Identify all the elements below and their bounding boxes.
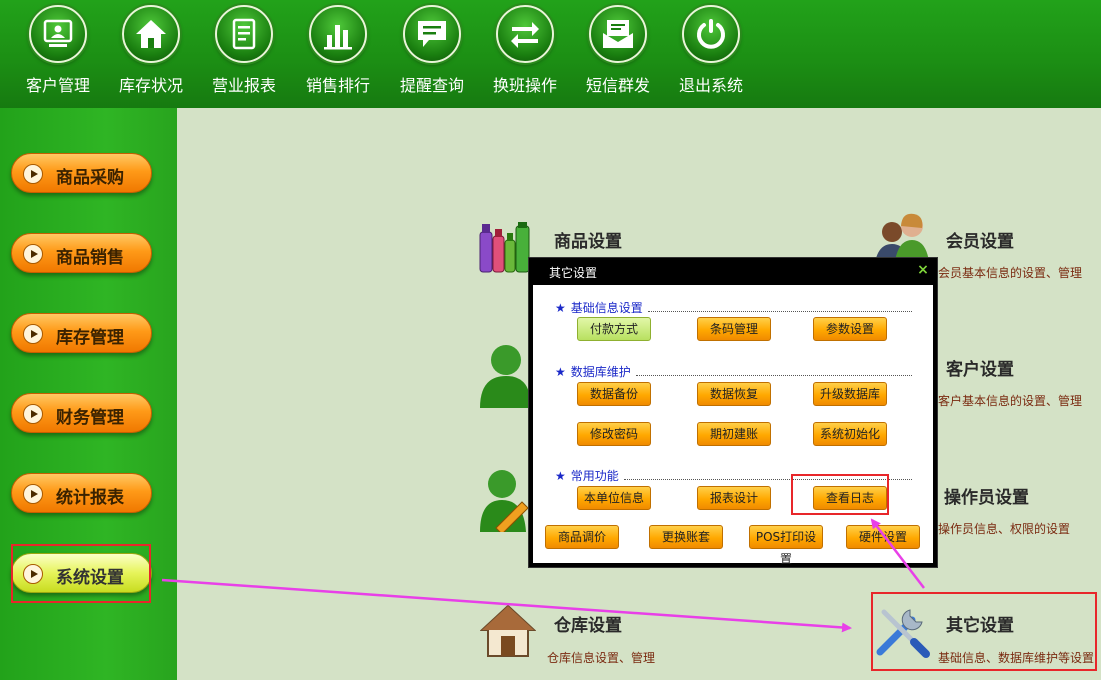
sidebar-item-finance[interactable]: 财务管理	[11, 393, 152, 433]
sidebar-item-label: 财务管理	[56, 408, 124, 428]
toolbar-customer-management[interactable]: 客户管理	[12, 0, 104, 100]
hardware-settings-button[interactable]: 硬件设置	[846, 525, 920, 549]
toolbar-reminder-query[interactable]: 提醒查询	[386, 0, 478, 100]
switch-account-set-button[interactable]: 更换账套	[649, 525, 723, 549]
change-password-button[interactable]: 修改密码	[577, 422, 651, 446]
sidebar-item-label: 库存管理	[56, 328, 124, 348]
home-icon	[122, 5, 180, 63]
section-divider	[648, 311, 912, 312]
sidebar-item-inventory[interactable]: 库存管理	[11, 313, 152, 353]
data-backup-button[interactable]: 数据备份	[577, 382, 651, 406]
toolbar-label: 营业报表	[211, 76, 276, 95]
highlight-box-other-settings	[871, 592, 1097, 671]
upgrade-database-button[interactable]: 升级数据库	[813, 382, 887, 406]
operator-settings-desc: 操作员信息、权限的设置	[938, 522, 1071, 536]
section-database-maintenance: ★ 数据库维护	[555, 363, 631, 380]
toolbar-label: 库存状况	[118, 76, 183, 95]
message-icon	[403, 5, 461, 63]
mail-icon	[589, 5, 647, 63]
parameter-settings-button[interactable]: 参数设置	[813, 317, 887, 341]
star-icon: ★	[555, 469, 566, 483]
toolbar-exit-system[interactable]: 退出系统	[665, 0, 757, 100]
toolbar-sms-broadcast[interactable]: 短信群发	[572, 0, 664, 100]
toolbar-label: 提醒查询	[399, 76, 464, 95]
toolbar-label: 销售排行	[305, 76, 370, 95]
sidebar-item-label: 商品采购	[56, 168, 124, 188]
system-init-button[interactable]: 系统初始化	[813, 422, 887, 446]
customer-person-icon[interactable]	[478, 342, 530, 408]
star-icon: ★	[555, 365, 566, 379]
report-icon	[215, 5, 273, 63]
toolbar-label: 客户管理	[25, 76, 90, 95]
section-title: 常用功能	[570, 469, 619, 483]
opening-accounts-button[interactable]: 期初建账	[697, 422, 771, 446]
section-title: 基础信息设置	[570, 301, 643, 315]
toolbar-business-report[interactable]: 营业报表	[198, 0, 290, 100]
top-toolbar: 客户管理 库存状况 营业报表 销售排行 提醒查询 换班操作 短信群发 退出系统	[0, 0, 1101, 108]
member-settings-desc: 会员基本信息的设置、管理	[938, 266, 1083, 280]
warehouse-settings-desc: 仓库信息设置、管理	[547, 651, 656, 665]
play-icon	[23, 244, 43, 264]
product-settings-title[interactable]: 商品设置	[554, 227, 622, 252]
member-settings-title[interactable]: 会员设置	[946, 227, 1014, 252]
toolbar-label: 短信群发	[585, 76, 650, 95]
highlight-box-view-log	[791, 474, 889, 515]
dialog-body: ★ 基础信息设置 付款方式 条码管理 参数设置 ★ 数据库维护 数据备份 数据恢复 …	[533, 285, 933, 566]
warehouse-house-icon[interactable]	[480, 604, 536, 658]
sidebar-item-label: 统计报表	[56, 488, 124, 508]
payment-method-button[interactable]: 付款方式	[577, 317, 651, 341]
power-icon	[682, 5, 740, 63]
bar-chart-icon	[309, 5, 367, 63]
customer-settings-desc: 客户基本信息的设置、管理	[938, 394, 1083, 408]
toolbar-sales-ranking[interactable]: 销售排行	[292, 0, 384, 100]
pos-print-settings-button[interactable]: POS打印设置	[749, 525, 823, 566]
product-bottles-icon[interactable]	[478, 222, 534, 274]
dialog-title: 其它设置	[549, 266, 598, 280]
sidebar-item-statistics[interactable]: 统计报表	[11, 473, 152, 513]
section-divider	[636, 375, 912, 376]
section-basic-info: ★ 基础信息设置	[555, 299, 643, 316]
close-icon[interactable]: ×	[916, 263, 930, 277]
company-info-button[interactable]: 本单位信息	[577, 486, 651, 510]
swap-arrows-icon	[496, 5, 554, 63]
sidebar-item-sales[interactable]: 商品销售	[11, 233, 152, 273]
warehouse-settings-title[interactable]: 仓库设置	[554, 611, 622, 636]
operator-settings-title[interactable]: 操作员设置	[944, 483, 1029, 508]
data-restore-button[interactable]: 数据恢复	[697, 382, 771, 406]
operator-person-pencil-icon[interactable]	[478, 468, 528, 532]
star-icon: ★	[555, 301, 566, 315]
toolbar-inventory-status[interactable]: 库存状况	[105, 0, 197, 100]
other-settings-dialog: 其它设置 × ★ 基础信息设置 付款方式 条码管理 参数设置 ★ 数据库维护 数据备…	[528, 257, 938, 568]
barcode-management-button[interactable]: 条码管理	[697, 317, 771, 341]
price-adjust-button[interactable]: 商品调价	[545, 525, 619, 549]
toolbar-shift-change[interactable]: 换班操作	[479, 0, 571, 100]
sidebar-item-purchase[interactable]: 商品采购	[11, 153, 152, 193]
highlight-box-system-settings	[11, 544, 151, 603]
play-icon	[23, 324, 43, 344]
section-title: 数据库维护	[570, 365, 631, 379]
customer-settings-title[interactable]: 客户设置	[946, 355, 1014, 380]
section-common-functions: ★ 常用功能	[555, 467, 619, 484]
play-icon	[23, 484, 43, 504]
play-icon	[23, 164, 43, 184]
sidebar-item-label: 商品销售	[56, 248, 124, 268]
play-icon	[23, 404, 43, 424]
report-design-button[interactable]: 报表设计	[697, 486, 771, 510]
toolbar-label: 换班操作	[492, 76, 557, 95]
toolbar-label: 退出系统	[678, 76, 743, 95]
customer-screen-icon	[29, 5, 87, 63]
